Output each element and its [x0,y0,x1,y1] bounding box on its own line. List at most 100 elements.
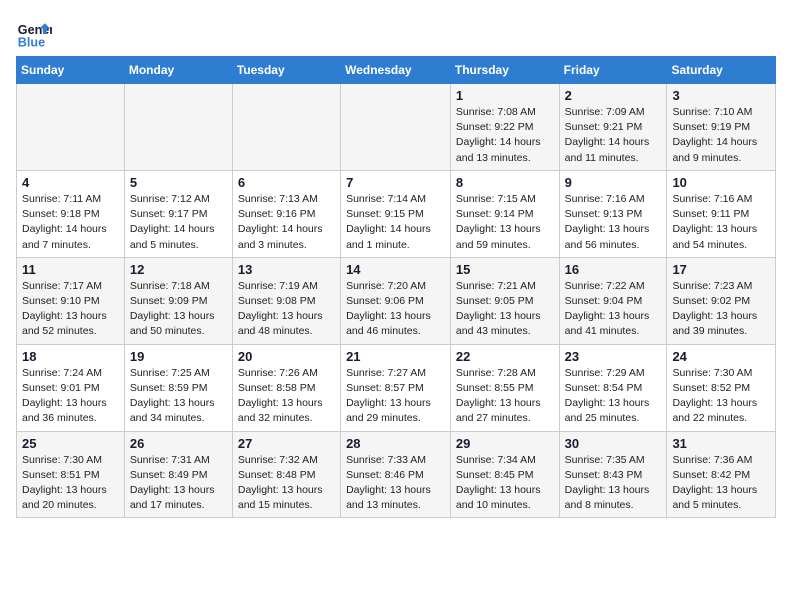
day-info: Sunrise: 7:21 AM Sunset: 9:05 PM Dayligh… [456,279,554,340]
day-info: Sunrise: 7:23 AM Sunset: 9:02 PM Dayligh… [672,279,770,340]
day-number: 28 [346,436,445,451]
day-number: 9 [565,175,662,190]
day-number: 12 [130,262,227,277]
calendar-cell: 14 Sunrise: 7:20 AM Sunset: 9:06 PM Dayli… [341,257,451,344]
day-info: Sunrise: 7:25 AM Sunset: 8:59 PM Dayligh… [130,366,227,427]
day-info: Sunrise: 7:11 AM Sunset: 9:18 PM Dayligh… [22,192,119,253]
day-number: 1 [456,88,554,103]
calendar-cell: 3Sunrise: 7:10 AM Sunset: 9:19 PM Daylig… [667,84,776,171]
calendar-cell: 18Sunrise: 7:24 AM Sunset: 9:01 PM Dayli… [17,344,125,431]
day-info: Sunrise: 7:26 AM Sunset: 8:58 PM Dayligh… [238,366,335,427]
calendar-table: SundayMondayTuesdayWednesdayThursdayFrid… [16,56,776,518]
header-row: SundayMondayTuesdayWednesdayThursdayFrid… [17,57,776,84]
day-info: Sunrise: 7:16 AM Sunset: 9:13 PM Dayligh… [565,192,662,253]
calendar-cell: 28Sunrise: 7:33 AM Sunset: 8:46 PM Dayli… [341,431,451,518]
header-cell-monday: Monday [124,57,232,84]
day-info: Sunrise: 7:20 AM Sunset: 9:06 PM Dayligh… [346,279,445,340]
calendar-body: 1 Sunrise: 7:08 AM Sunset: 9:22 PM Daylig… [17,84,776,518]
day-info: Sunrise: 7:16 AM Sunset: 9:11 PM Dayligh… [672,192,770,253]
day-number: 29 [456,436,554,451]
day-info: Sunrise: 7:19 AM Sunset: 9:08 PM Dayligh… [238,279,335,340]
day-info: Sunrise: 7:31 AM Sunset: 8:49 PM Dayligh… [130,453,227,514]
calendar-cell: 11 Sunrise: 7:17 AM Sunset: 9:10 PM Dayli… [17,257,125,344]
day-number: 16 [565,262,662,277]
calendar-cell: 24Sunrise: 7:30 AM Sunset: 8:52 PM Dayli… [667,344,776,431]
calendar-week-1: 1 Sunrise: 7:08 AM Sunset: 9:22 PM Daylig… [17,84,776,171]
day-info: Sunrise: 7:09 AM Sunset: 9:21 PM Dayligh… [565,105,662,166]
calendar-cell [17,84,125,171]
day-info: Sunrise: 7:17 AM Sunset: 9:10 PM Dayligh… [22,279,119,340]
day-number: 26 [130,436,227,451]
day-info: Sunrise: 7:36 AM Sunset: 8:42 PM Dayligh… [672,453,770,514]
calendar-cell [124,84,232,171]
day-info: Sunrise: 7:30 AM Sunset: 8:52 PM Dayligh… [672,366,770,427]
calendar-cell: 20 Sunrise: 7:26 AM Sunset: 8:58 PM Dayli… [232,344,340,431]
logo: General Blue [16,16,52,52]
day-info: Sunrise: 7:28 AM Sunset: 8:55 PM Dayligh… [456,366,554,427]
calendar-week-3: 11 Sunrise: 7:17 AM Sunset: 9:10 PM Dayli… [17,257,776,344]
svg-text:Blue: Blue [18,36,45,50]
calendar-cell: 7Sunrise: 7:14 AM Sunset: 9:15 PM Daylig… [341,170,451,257]
day-info: Sunrise: 7:34 AM Sunset: 8:45 PM Dayligh… [456,453,554,514]
day-number: 27 [238,436,335,451]
day-info: Sunrise: 7:30 AM Sunset: 8:51 PM Dayligh… [22,453,119,514]
calendar-cell: 4 Sunrise: 7:11 AM Sunset: 9:18 PM Daylig… [17,170,125,257]
calendar-cell: 15 Sunrise: 7:21 AM Sunset: 9:05 PM Dayli… [450,257,559,344]
calendar-header: SundayMondayTuesdayWednesdayThursdayFrid… [17,57,776,84]
day-info: Sunrise: 7:22 AM Sunset: 9:04 PM Dayligh… [565,279,662,340]
calendar-cell: 19 Sunrise: 7:25 AM Sunset: 8:59 PM Dayli… [124,344,232,431]
calendar-week-4: 18Sunrise: 7:24 AM Sunset: 9:01 PM Dayli… [17,344,776,431]
header-cell-wednesday: Wednesday [341,57,451,84]
day-info: Sunrise: 7:15 AM Sunset: 9:14 PM Dayligh… [456,192,554,253]
day-number: 19 [130,349,227,364]
day-info: Sunrise: 7:35 AM Sunset: 8:43 PM Dayligh… [565,453,662,514]
day-number: 30 [565,436,662,451]
day-info: Sunrise: 7:29 AM Sunset: 8:54 PM Dayligh… [565,366,662,427]
day-number: 15 [456,262,554,277]
day-number: 17 [672,262,770,277]
calendar-cell: 25 Sunrise: 7:30 AM Sunset: 8:51 PM Dayli… [17,431,125,518]
calendar-cell: 16 Sunrise: 7:22 AM Sunset: 9:04 PM Dayli… [559,257,667,344]
day-number: 14 [346,262,445,277]
day-info: Sunrise: 7:12 AM Sunset: 9:17 PM Dayligh… [130,192,227,253]
day-number: 6 [238,175,335,190]
day-info: Sunrise: 7:32 AM Sunset: 8:48 PM Dayligh… [238,453,335,514]
calendar-cell: 1 Sunrise: 7:08 AM Sunset: 9:22 PM Daylig… [450,84,559,171]
calendar-cell [341,84,451,171]
day-number: 21 [346,349,445,364]
header-cell-thursday: Thursday [450,57,559,84]
day-number: 13 [238,262,335,277]
day-info: Sunrise: 7:24 AM Sunset: 9:01 PM Dayligh… [22,366,119,427]
calendar-cell: 12Sunrise: 7:18 AM Sunset: 9:09 PM Dayli… [124,257,232,344]
calendar-cell: 17 Sunrise: 7:23 AM Sunset: 9:02 PM Dayli… [667,257,776,344]
day-number: 20 [238,349,335,364]
header-cell-friday: Friday [559,57,667,84]
calendar-cell: 2 Sunrise: 7:09 AM Sunset: 9:21 PM Daylig… [559,84,667,171]
day-info: Sunrise: 7:08 AM Sunset: 9:22 PM Dayligh… [456,105,554,166]
calendar-week-2: 4 Sunrise: 7:11 AM Sunset: 9:18 PM Daylig… [17,170,776,257]
day-number: 8 [456,175,554,190]
header-cell-sunday: Sunday [17,57,125,84]
logo-icon: General Blue [16,16,52,52]
calendar-cell: 6 Sunrise: 7:13 AM Sunset: 9:16 PM Daylig… [232,170,340,257]
calendar-cell: 13 Sunrise: 7:19 AM Sunset: 9:08 PM Dayli… [232,257,340,344]
calendar-cell: 5 Sunrise: 7:12 AM Sunset: 9:17 PM Daylig… [124,170,232,257]
day-number: 22 [456,349,554,364]
day-number: 4 [22,175,119,190]
day-number: 31 [672,436,770,451]
day-number: 25 [22,436,119,451]
calendar-cell: 23Sunrise: 7:29 AM Sunset: 8:54 PM Dayli… [559,344,667,431]
day-number: 2 [565,88,662,103]
header-cell-tuesday: Tuesday [232,57,340,84]
calendar-cell: 9 Sunrise: 7:16 AM Sunset: 9:13 PM Daylig… [559,170,667,257]
calendar-cell: 30 Sunrise: 7:35 AM Sunset: 8:43 PM Dayli… [559,431,667,518]
calendar-cell: 22 Sunrise: 7:28 AM Sunset: 8:55 PM Dayli… [450,344,559,431]
day-info: Sunrise: 7:27 AM Sunset: 8:57 PM Dayligh… [346,366,445,427]
calendar-cell: 31 Sunrise: 7:36 AM Sunset: 8:42 PM Dayli… [667,431,776,518]
day-info: Sunrise: 7:13 AM Sunset: 9:16 PM Dayligh… [238,192,335,253]
day-number: 5 [130,175,227,190]
header-cell-saturday: Saturday [667,57,776,84]
day-number: 11 [22,262,119,277]
day-info: Sunrise: 7:14 AM Sunset: 9:15 PM Dayligh… [346,192,445,253]
calendar-week-5: 25 Sunrise: 7:30 AM Sunset: 8:51 PM Dayli… [17,431,776,518]
